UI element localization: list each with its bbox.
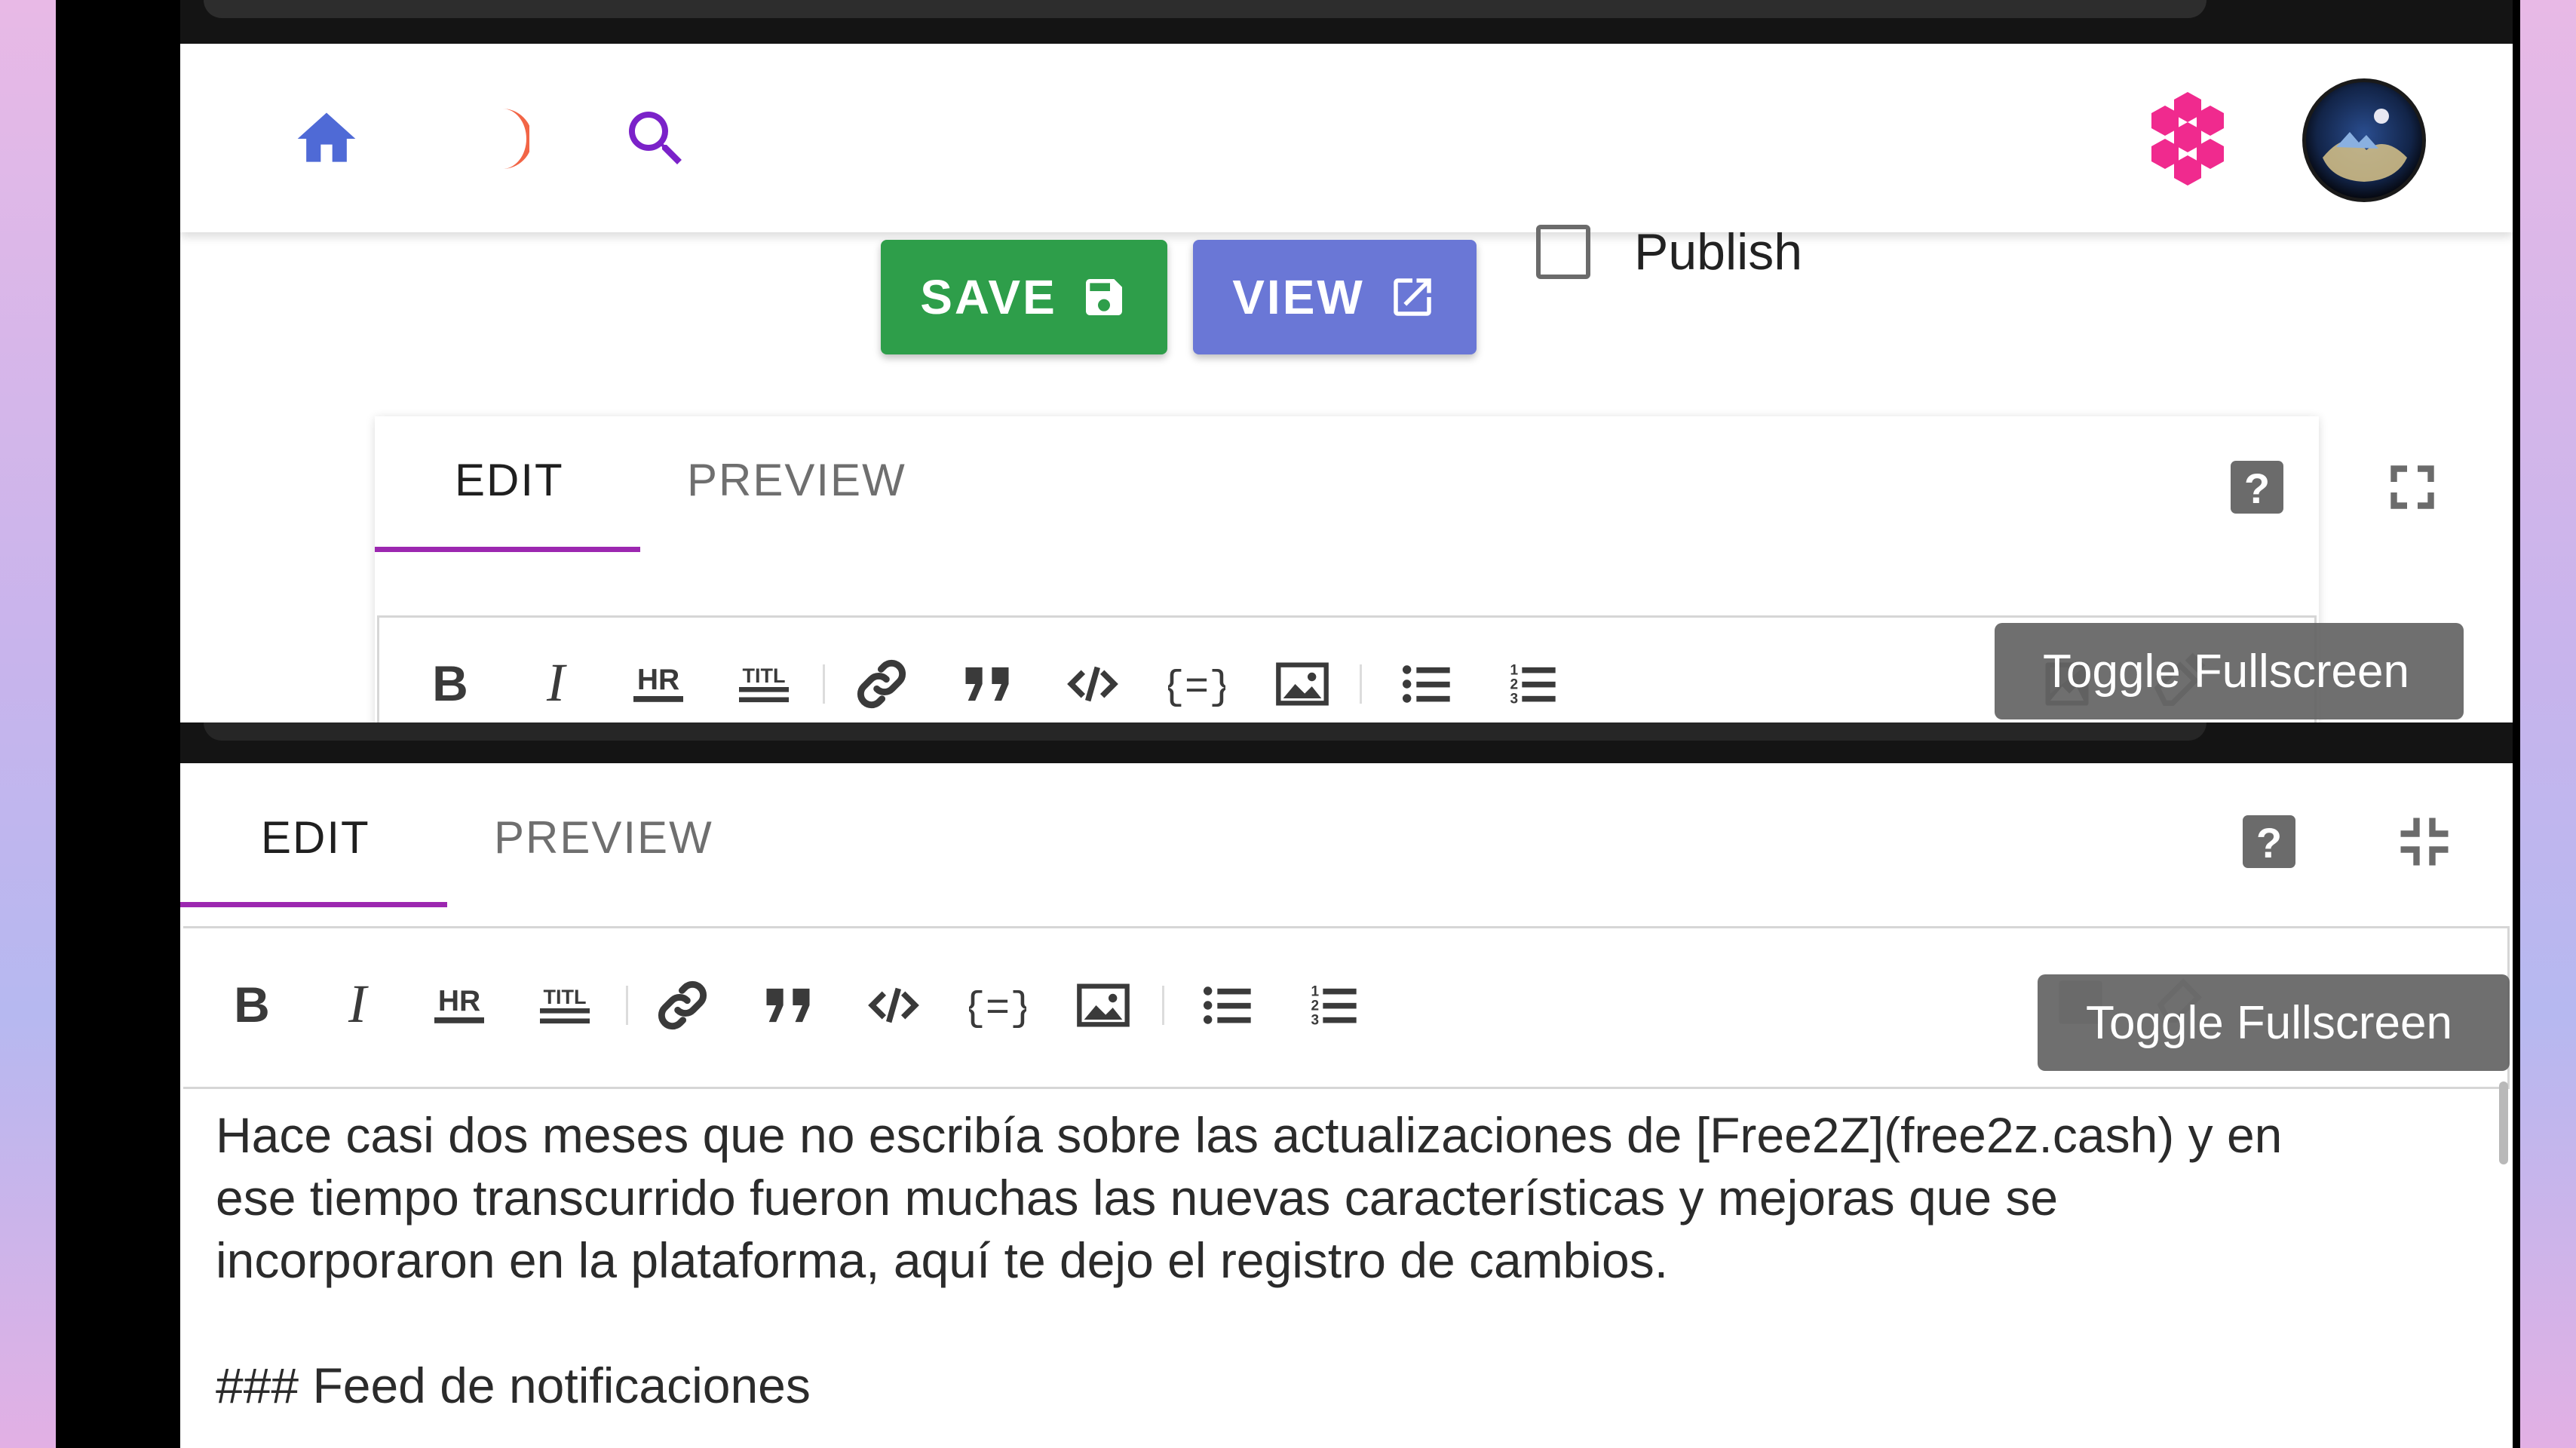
quote-icon[interactable]: [759, 977, 817, 1034]
numbered-list-icon[interactable]: 123: [1501, 655, 1562, 713]
horizontal-rule-icon[interactable]: HR: [429, 977, 489, 1031]
tab-preview[interactable]: PREVIEW: [494, 811, 713, 864]
toolbar-separator: [823, 664, 825, 704]
title-icon[interactable]: TITL: [535, 977, 595, 1031]
publish-checkbox[interactable]: [1536, 225, 1590, 279]
tab-edit[interactable]: EDIT: [261, 811, 370, 864]
help-icon[interactable]: ?: [2225, 456, 2289, 519]
svg-text:1: 1: [1510, 662, 1519, 678]
status-bar-notch: [204, 0, 2206, 18]
search-icon[interactable]: [620, 103, 692, 175]
exit-fullscreen-icon[interactable]: [2393, 810, 2456, 873]
device-frame-right: [2513, 0, 2520, 1448]
svg-text:3: 3: [1311, 1012, 1320, 1028]
scrollbar[interactable]: [2499, 1081, 2508, 1164]
publish-label: Publish: [1634, 223, 1803, 281]
link-icon[interactable]: [654, 977, 711, 1034]
save-icon: [1080, 273, 1128, 321]
svg-text:HR: HR: [438, 985, 480, 1017]
italic-icon[interactable]: I: [529, 655, 583, 710]
active-tab-indicator: [180, 902, 447, 907]
view-button[interactable]: VIEW: [1193, 240, 1477, 354]
fullscreen-editor: EDIT PREVIEW ? B I HR TITL {=} 123 Toggl…: [180, 763, 2513, 1448]
status-bar-notch: [204, 722, 2206, 741]
code-icon[interactable]: [865, 977, 922, 1034]
bullet-list-icon[interactable]: [1197, 977, 1257, 1034]
code-icon[interactable]: [1064, 655, 1121, 713]
bold-icon[interactable]: B: [225, 977, 279, 1031]
active-tab-indicator: [375, 547, 640, 552]
svg-text:2: 2: [1311, 998, 1320, 1014]
code-block-icon[interactable]: {=}: [1168, 655, 1225, 713]
fullscreen-tooltip: Toggle Fullscreen: [1995, 623, 2464, 719]
bullet-list-icon[interactable]: [1396, 655, 1456, 713]
honeycomb-logo-icon[interactable]: [2135, 87, 2240, 193]
save-button-label: SAVE: [920, 270, 1057, 324]
image-icon[interactable]: [1073, 977, 1133, 1034]
svg-text:{=}: {=}: [1168, 665, 1225, 711]
svg-text:TITL: TITL: [544, 986, 587, 1008]
toolbar-separator: [1360, 664, 1362, 704]
svg-text:HR: HR: [637, 664, 679, 696]
fullscreen-tooltip: Toggle Fullscreen: [2038, 974, 2510, 1071]
svg-text:?: ?: [2244, 465, 2270, 512]
image-icon[interactable]: [1272, 655, 1332, 713]
save-button[interactable]: SAVE: [881, 240, 1167, 354]
toolbar-separator: [1162, 986, 1164, 1025]
horizontal-rule-icon[interactable]: HR: [628, 655, 688, 710]
view-button-label: VIEW: [1232, 270, 1365, 324]
svg-text:{=}: {=}: [969, 986, 1026, 1032]
svg-text:B: B: [432, 655, 468, 710]
svg-text:1: 1: [1311, 983, 1320, 999]
code-block-icon[interactable]: {=}: [969, 977, 1026, 1034]
title-icon[interactable]: TITL: [734, 655, 794, 710]
svg-text:B: B: [234, 977, 270, 1031]
svg-text:TITL: TITL: [743, 664, 786, 687]
device-frame-left: [56, 0, 180, 1448]
top-screen: SAVE VIEW Publish EDIT PREVIEW ? B I HR …: [180, 44, 2513, 722]
fullscreen-icon[interactable]: [2381, 456, 2444, 519]
svg-text:I: I: [546, 655, 567, 710]
help-icon[interactable]: ?: [2237, 810, 2301, 873]
moon-icon[interactable]: [457, 103, 529, 175]
link-icon[interactable]: [853, 655, 910, 713]
bold-icon[interactable]: B: [423, 655, 477, 710]
open-in-new-icon: [1388, 272, 1437, 322]
svg-text:3: 3: [1510, 691, 1519, 707]
tab-edit[interactable]: EDIT: [455, 454, 564, 506]
quote-icon[interactable]: [958, 655, 1016, 713]
app-bar: [180, 44, 2513, 232]
home-icon[interactable]: [292, 104, 361, 173]
svg-text:?: ?: [2256, 819, 2282, 867]
toolbar-separator: [626, 986, 628, 1025]
user-avatar[interactable]: [2302, 78, 2426, 202]
svg-text:I: I: [348, 977, 369, 1031]
italic-icon[interactable]: I: [330, 977, 385, 1031]
markdown-text-area[interactable]: Hace casi dos meses que no escribía sobr…: [216, 1104, 2448, 1417]
svg-text:2: 2: [1510, 676, 1519, 692]
tab-preview[interactable]: PREVIEW: [687, 454, 906, 506]
numbered-list-icon[interactable]: 123: [1302, 977, 1363, 1034]
